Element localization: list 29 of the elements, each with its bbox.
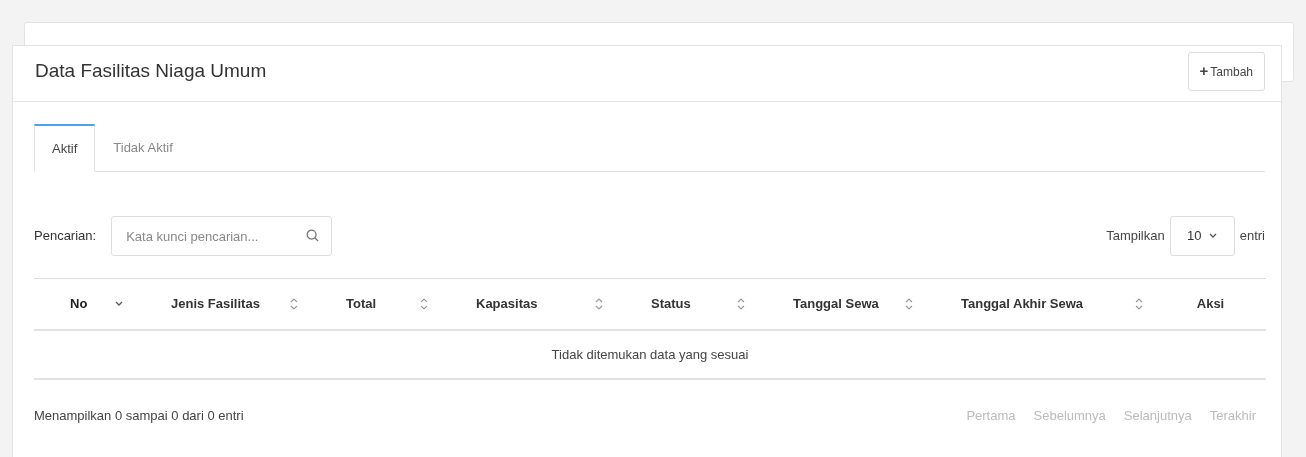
empty-message: Tidak ditemukan data yang sesuai (34, 329, 1266, 379)
plus-icon: + (1199, 62, 1209, 79)
tab[interactable]: Tidak Aktif (95, 123, 191, 172)
sort-descending-icon (115, 300, 123, 307)
sort-icon (595, 297, 603, 310)
column-header[interactable]: Status (615, 278, 757, 330)
sort-icon (737, 297, 745, 310)
search-icon (306, 229, 320, 242)
column-header[interactable]: Tanggal Akhir Sewa (925, 278, 1155, 330)
tab[interactable]: Aktif (34, 123, 96, 172)
chevron-down-icon (1209, 233, 1218, 239)
search-label: Pencarian: (34, 227, 97, 246)
page-size-label: Tampilkan (1106, 227, 1165, 246)
column-header[interactable]: Total (310, 278, 440, 330)
sort-icon (905, 297, 913, 310)
card-title: Data Fasilitas Niaga Umum (35, 59, 267, 83)
sort-icon (1135, 297, 1143, 310)
table-info: Menampilkan 0 sampai 0 dari 0 entri (34, 407, 244, 425)
column-header[interactable]: Kapasitas (440, 278, 615, 330)
sort-icon (420, 297, 428, 310)
column-header[interactable]: No (34, 278, 135, 330)
sort-icon (290, 297, 298, 310)
page-size-select[interactable]: 10 (1169, 216, 1235, 256)
column-header[interactable]: Tanggal Sewa (757, 278, 925, 330)
search-field[interactable]: Kata kunci pencarian... (111, 216, 333, 256)
page-size-suffix: entri (1239, 227, 1265, 246)
column-header[interactable]: Jenis Fasilitas (135, 278, 310, 330)
column-header[interactable]: Aksi (1155, 278, 1266, 330)
add-button[interactable]: +Tambah (1187, 52, 1265, 91)
